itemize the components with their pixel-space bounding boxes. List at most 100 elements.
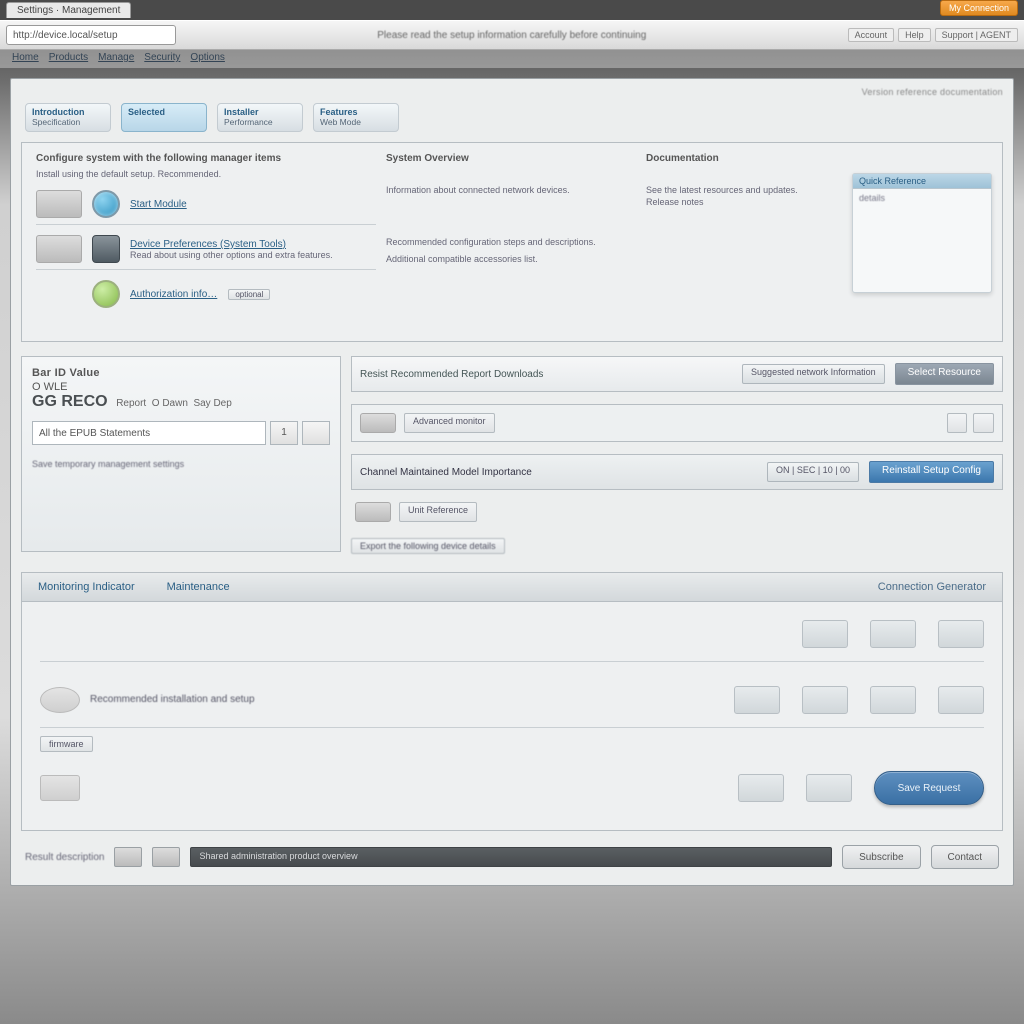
- sidebox-sub: O WLE: [32, 381, 330, 393]
- col2-line: Information about connected network devi…: [386, 184, 636, 196]
- monitor-row: Recommended installation and setup: [40, 682, 984, 728]
- status-bar: Shared administration product overview: [190, 847, 832, 867]
- footer-thumb[interactable]: [114, 847, 142, 867]
- header-col[interactable]: Monitoring Indicator: [22, 573, 151, 601]
- unit-chip[interactable]: Unit Reference: [399, 502, 477, 522]
- overview-panel: Configure system with the following mana…: [21, 142, 1003, 342]
- contact-button[interactable]: Contact: [931, 845, 999, 869]
- monitor-row: Save Request: [40, 770, 984, 816]
- summary-sidebox: Bar ID Value O WLE GG RECO Report O Dawn…: [21, 356, 341, 552]
- unit-stripe: Unit Reference: [351, 502, 1003, 522]
- thumb-icon[interactable]: [870, 686, 916, 714]
- col1-heading: Configure system with the following mana…: [36, 153, 376, 164]
- feature-link[interactable]: Device Preferences (System Tools): [130, 239, 376, 250]
- tab-installer[interactable]: Installer Performance: [217, 103, 303, 132]
- breadcrumb: Home Products Manage Security Options: [0, 50, 1024, 68]
- url-field[interactable]: [6, 25, 176, 45]
- stripe-chip[interactable]: Suggested network Information: [742, 364, 885, 384]
- reinstall-button[interactable]: Reinstall Setup Config: [869, 461, 994, 483]
- tab-features[interactable]: Features Web Mode: [313, 103, 399, 132]
- account-chip[interactable]: Account: [848, 28, 895, 42]
- thumb-chip[interactable]: [973, 413, 994, 433]
- device-icon: [36, 235, 82, 263]
- channel-stripe: Channel Maintained Model Importance ON |…: [351, 454, 1003, 490]
- pager-next[interactable]: [302, 421, 330, 445]
- help-chip[interactable]: Help: [898, 28, 931, 42]
- statement-input[interactable]: [32, 421, 266, 445]
- quickref-body: details: [859, 193, 985, 203]
- col3-heading: Documentation: [646, 153, 988, 164]
- tab-intro[interactable]: Introduction Specification: [25, 103, 111, 132]
- thumb-icon[interactable]: [870, 620, 916, 648]
- downloads-stripe: Resist Recommended Report Downloads Sugg…: [351, 356, 1003, 392]
- sidebox-meta: Report O Dawn Say Dep: [111, 398, 232, 409]
- monitoring-header: Monitoring Indicator Maintenance Connect…: [22, 573, 1002, 602]
- thumb-icon[interactable]: [734, 686, 780, 714]
- subscribe-button[interactable]: Subscribe: [842, 845, 920, 869]
- thumb-icon[interactable]: [806, 774, 852, 802]
- monitoring-panel: Monitoring Indicator Maintenance Connect…: [21, 572, 1003, 831]
- thumb-icon[interactable]: [802, 686, 848, 714]
- banner-title: Please read the setup information carefu…: [182, 30, 842, 41]
- device-icon: [360, 413, 396, 433]
- crumb[interactable]: Products: [49, 52, 88, 66]
- header-col-right[interactable]: Connection Generator: [862, 573, 1002, 601]
- feature-link[interactable]: Start Module: [130, 199, 376, 210]
- sidebox-foot: Save temporary management settings: [32, 459, 330, 469]
- stripe-title: Resist Recommended Report Downloads: [360, 369, 732, 380]
- tab-sublabel: Specification: [32, 118, 104, 127]
- stripe-title: Channel Maintained Model Importance: [360, 467, 757, 478]
- tab-sublabel: Web Mode: [320, 118, 392, 127]
- thumb-icon[interactable]: [802, 620, 848, 648]
- page-meta: Version reference documentation: [21, 87, 1003, 97]
- save-request-button[interactable]: Save Request: [874, 771, 984, 805]
- sidebox-big: GG RECO: [32, 393, 108, 410]
- crumb[interactable]: Manage: [98, 52, 134, 66]
- stripe-chip[interactable]: ON | SEC | 10 | 00: [767, 462, 859, 482]
- page-footer: Result description Shared administration…: [21, 839, 1003, 875]
- thumb-chip[interactable]: [947, 413, 968, 433]
- export-chip[interactable]: Export the following device details: [351, 538, 505, 554]
- overview-col2: System Overview Information about connec…: [386, 153, 636, 331]
- optional-badge: optional: [228, 289, 270, 300]
- stripe-btn[interactable]: Select Resource: [895, 363, 994, 385]
- prefs-icon: [92, 235, 120, 263]
- tab-sublabel: Performance: [224, 118, 296, 127]
- crumb[interactable]: Options: [190, 52, 224, 66]
- row-icon: [40, 775, 80, 801]
- sidebox-title: Bar ID Value: [32, 367, 330, 379]
- thumb-icon[interactable]: [938, 686, 984, 714]
- support-chip[interactable]: Support | AGENT: [935, 28, 1018, 42]
- device-icon: [355, 502, 391, 522]
- crumb[interactable]: Home: [12, 52, 39, 66]
- overview-col1: Configure system with the following mana…: [36, 153, 376, 331]
- feature-link[interactable]: Authorization info…: [130, 289, 217, 300]
- header-col[interactable]: Maintenance: [151, 573, 246, 601]
- thumb-icon[interactable]: [938, 620, 984, 648]
- row-icon: [40, 687, 80, 713]
- connection-button[interactable]: My Connection: [940, 0, 1018, 16]
- crumb[interactable]: Security: [144, 52, 180, 66]
- section-tabs: Introduction Specification Selected Inst…: [21, 99, 1003, 136]
- col2-line: Recommended configuration steps and desc…: [386, 236, 636, 248]
- tab-selected[interactable]: Selected: [121, 103, 207, 132]
- page-container: Version reference documentation Introduc…: [10, 78, 1014, 886]
- col2-heading: System Overview: [386, 153, 636, 164]
- pager-box[interactable]: 1: [270, 421, 298, 445]
- tab-label: Selected: [128, 108, 200, 118]
- row-label: Recommended installation and setup: [90, 694, 255, 705]
- module-icon: [92, 190, 120, 218]
- feature-desc: Read about using other options and extra…: [130, 250, 376, 260]
- quickref-title: Quick Reference: [853, 174, 991, 189]
- window-topbar: Settings · Management My Connection: [0, 0, 1024, 20]
- monitor-stripe: Advanced monitor: [351, 404, 1003, 442]
- browser-tab[interactable]: Settings · Management: [6, 2, 131, 18]
- footer-label: Result description: [25, 852, 104, 863]
- monitor-chip[interactable]: Advanced monitor: [404, 413, 495, 433]
- device-icon: [36, 190, 82, 218]
- overview-col3: Documentation See the latest resources a…: [646, 153, 988, 331]
- footer-thumb[interactable]: [152, 847, 180, 867]
- thumb-icon[interactable]: [738, 774, 784, 802]
- col2-line: Additional compatible accessories list.: [386, 253, 636, 265]
- firmware-badge: firmware: [40, 736, 93, 752]
